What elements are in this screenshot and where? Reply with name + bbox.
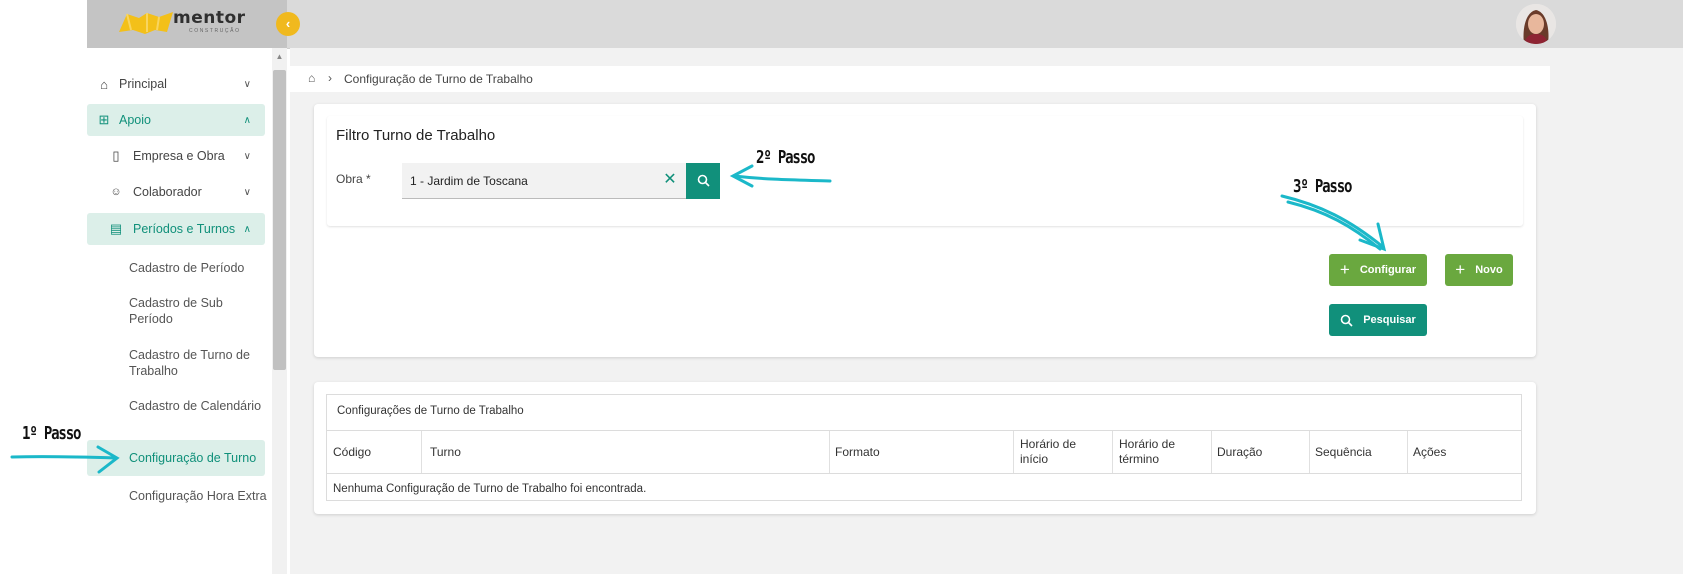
scroll-up-icon[interactable]: ▲	[272, 52, 287, 62]
obra-label: Obra *	[336, 172, 371, 186]
user-avatar[interactable]	[1516, 4, 1556, 44]
sidebar-item-label: Principal	[119, 77, 167, 91]
column-header-horario-termino[interactable]: Horário de término	[1119, 437, 1194, 467]
home-icon[interactable]: ⌂	[308, 71, 315, 85]
sidebar-item-periodos-turnos[interactable]: ▤ Períodos e Turnos ∧	[87, 213, 265, 245]
close-icon: ✕	[663, 171, 677, 188]
logo-text: mentor	[173, 8, 246, 28]
chevron-down-icon: ∨	[243, 78, 251, 90]
search-icon	[1340, 314, 1353, 327]
grid-icon: ⊞	[98, 112, 110, 127]
sidebar-item-label: Apoio	[119, 113, 151, 127]
chevron-up-icon: ∧	[243, 114, 251, 126]
novo-label: Novo	[1475, 264, 1503, 276]
sidebar-subitem-cadastro-sub-periodo[interactable]: Cadastro de Sub Período	[129, 295, 267, 327]
collapse-sidebar-button[interactable]: ‹	[276, 12, 300, 36]
breadcrumb: ⌂ › Configuração de Turno de Trabalho	[290, 66, 1550, 92]
sidebar: ⌂ Principal ∨ ⊞ Apoio ∧ ▯ Empresa e Obra…	[87, 48, 272, 574]
column-header-turno[interactable]: Turno	[430, 445, 461, 460]
plus-icon: +	[1455, 260, 1466, 279]
sidebar-subitem-configuracao-hora-extra[interactable]: Configuração Hora Extra	[129, 488, 267, 504]
search-obra-button[interactable]	[686, 163, 720, 199]
table-title: Configurações de Turno de Trabalho	[337, 405, 524, 417]
calendar-icon: ▤	[109, 221, 123, 236]
chevron-right-icon: ›	[328, 71, 332, 85]
chevron-left-icon: ‹	[285, 16, 291, 31]
plus-icon: +	[1339, 260, 1350, 279]
configurar-button[interactable]: + Configurar	[1329, 254, 1427, 286]
sidebar-item-label: Empresa e Obra	[133, 149, 225, 163]
column-header-codigo[interactable]: Código	[333, 445, 371, 460]
sidebar-item-principal[interactable]: ⌂ Principal ∨	[87, 68, 265, 100]
logo-subtitle: CONSTRUÇÃO	[189, 28, 241, 34]
avatar-image	[1516, 4, 1556, 44]
novo-button[interactable]: + Novo	[1445, 254, 1513, 286]
sidebar-subitem-cadastro-periodo[interactable]: Cadastro de Período	[129, 260, 267, 276]
table-empty-message: Nenhuma Configuração de Turno de Trabalh…	[333, 483, 647, 495]
step1-annotation: 1º Passo	[22, 423, 81, 444]
sidebar-item-colaborador[interactable]: ☺ Colaborador ∨	[87, 176, 265, 208]
search-icon	[697, 174, 710, 187]
step2-annotation: 2º Passo	[756, 147, 815, 168]
home-icon: ⌂	[100, 76, 108, 92]
logo-mark-icon	[119, 12, 173, 34]
top-bar	[287, 0, 1683, 49]
obra-input[interactable]	[402, 163, 654, 199]
column-header-formato[interactable]: Formato	[835, 445, 880, 460]
configurar-label: Configurar	[1359, 264, 1417, 276]
table-header-row: Código Turno Formato Horário de início H…	[327, 430, 1521, 474]
sidebar-item-empresa-obra[interactable]: ▯ Empresa e Obra ∨	[87, 140, 265, 172]
step3-annotation: 3º Passo	[1293, 176, 1352, 197]
chevron-down-icon: ∨	[243, 150, 251, 162]
breadcrumb-current: Configuração de Turno de Trabalho	[344, 72, 533, 86]
building-icon: ▯	[112, 148, 120, 163]
sidebar-scroll-thumb[interactable]	[273, 70, 286, 370]
sidebar-subitem-cadastro-calendario[interactable]: Cadastro de Calendário	[129, 398, 267, 414]
sidebar-item-label: Colaborador	[133, 185, 202, 199]
column-header-horario-inicio[interactable]: Horário de início	[1020, 437, 1095, 467]
clear-obra-button[interactable]: ✕	[654, 163, 686, 199]
logo-area: mentor CONSTRUÇÃO	[87, 0, 287, 48]
column-header-sequencia[interactable]: Sequência	[1315, 445, 1372, 460]
column-header-acoes[interactable]: Ações	[1413, 445, 1446, 460]
chevron-up-icon: ∧	[243, 223, 251, 235]
pesquisar-button[interactable]: Pesquisar	[1329, 304, 1427, 336]
chevron-down-icon: ∨	[243, 186, 251, 198]
sidebar-item-apoio[interactable]: ⊞ Apoio ∧	[87, 104, 265, 136]
pesquisar-label: Pesquisar	[1363, 314, 1416, 326]
sidebar-subitem-cadastro-turno[interactable]: Cadastro de Turno de Trabalho	[129, 347, 267, 379]
sidebar-item-label: Períodos e Turnos	[133, 222, 236, 236]
column-header-duracao[interactable]: Duração	[1217, 445, 1262, 460]
users-icon: ☺	[110, 186, 122, 198]
filter-title: Filtro Turno de Trabalho	[336, 127, 496, 144]
sidebar-subitem-configuracao-turno[interactable]: Configuração de Turno	[129, 450, 267, 466]
